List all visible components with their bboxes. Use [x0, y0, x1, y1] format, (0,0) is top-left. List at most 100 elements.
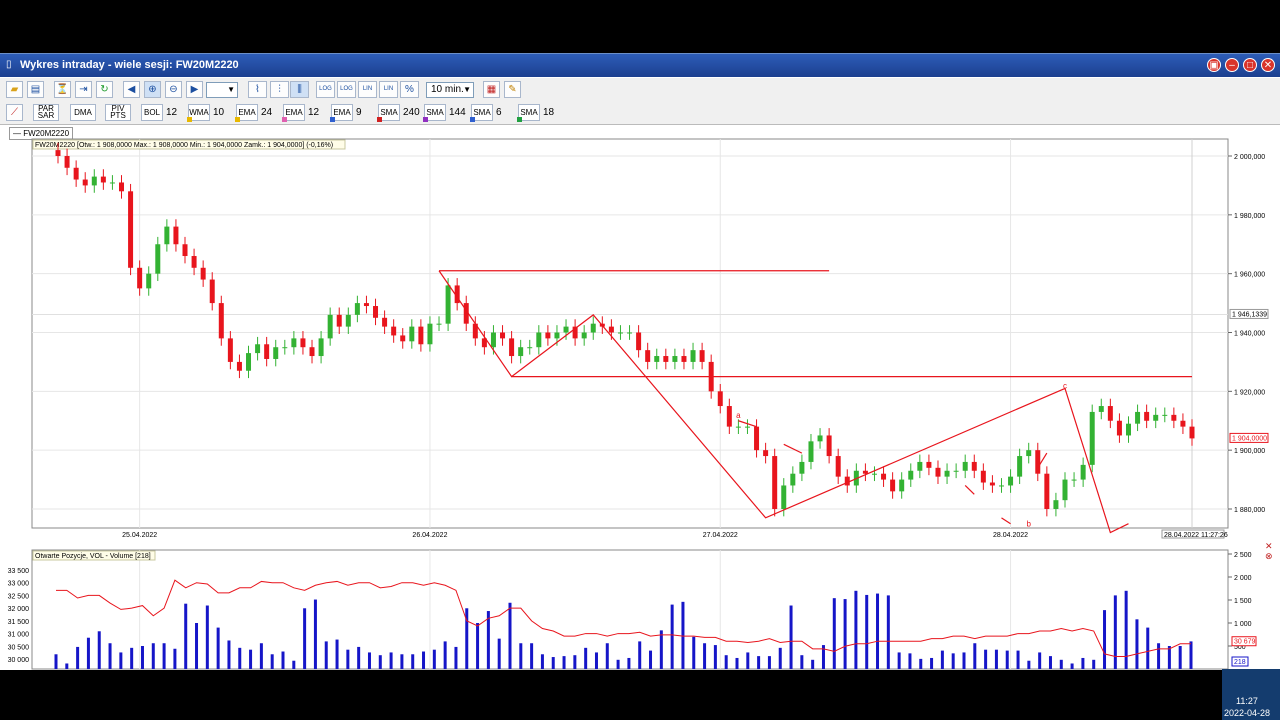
- y-tick-label: 2 000,000: [1234, 154, 1265, 161]
- volume-bar: [1070, 663, 1074, 669]
- volume-bar: [303, 608, 307, 669]
- candle-body: [663, 356, 669, 362]
- oi-value-label: 30 679: [1234, 639, 1256, 646]
- close-icon[interactable]: ✕: [1261, 58, 1275, 72]
- scroll-left-icon[interactable]: ◀: [123, 81, 140, 98]
- volume-bar: [119, 652, 123, 669]
- export-icon[interactable]: ⇥: [75, 81, 92, 98]
- candle-body: [100, 176, 106, 183]
- candle-body: [672, 356, 678, 362]
- vol-tick-label: 2 500: [1234, 552, 1252, 559]
- candle-body: [699, 350, 705, 362]
- candle-body: [182, 244, 188, 257]
- bar-chart-icon[interactable]: ⫶: [270, 81, 289, 98]
- indicator-period-value[interactable]: 9: [356, 104, 362, 121]
- indicator-bol-button[interactable]: BOL: [141, 104, 163, 121]
- panel-close-icon: ✕: [1265, 542, 1273, 552]
- linear-scale-icon[interactable]: LIN: [358, 81, 377, 98]
- interval-select[interactable]: 10 min. ▼: [426, 82, 474, 98]
- open-folder-icon[interactable]: ▰: [6, 81, 23, 98]
- indicator-parsar-button[interactable]: PAR SAR: [33, 104, 59, 121]
- volume-bar: [281, 651, 285, 669]
- volume-bar: [432, 649, 436, 669]
- chart-canvas[interactable]: 1 880,000 1 900,000 1 920,000 1 940,000 1 96…: [0, 137, 1280, 670]
- vol-value-label: 218: [1234, 659, 1246, 666]
- candle-body: [518, 347, 524, 357]
- volume-bar: [584, 647, 588, 669]
- indicator-dma-button[interactable]: DMA: [70, 104, 96, 121]
- candle-body: [191, 256, 197, 268]
- percent-icon[interactable]: %: [400, 81, 419, 98]
- restore-icon[interactable]: ▣: [1207, 58, 1221, 72]
- indicators-icon[interactable]: ▦: [483, 81, 500, 98]
- linear-all-icon[interactable]: LIN: [379, 81, 398, 98]
- minimize-icon[interactable]: –: [1225, 58, 1239, 72]
- indicator-period-value[interactable]: 18: [543, 104, 554, 121]
- indicator-color-marker: [423, 117, 428, 122]
- oi-tick-label: 33 000: [8, 581, 30, 588]
- indicator-period-value[interactable]: 10: [213, 104, 224, 121]
- candle-body: [200, 267, 206, 280]
- volume-bar: [594, 652, 598, 669]
- indicator-period-value[interactable]: 24: [261, 104, 272, 121]
- volume-bar: [411, 654, 415, 669]
- line-chart-icon[interactable]: ⌇: [248, 81, 267, 98]
- volume-bar: [173, 648, 177, 669]
- filter-icon[interactable]: ⏳: [54, 81, 71, 98]
- indicator-period-value[interactable]: 6: [496, 104, 502, 121]
- zoom-in-icon[interactable]: ⊕: [144, 81, 161, 98]
- candle-body: [137, 267, 143, 289]
- vol-tick-label: 1 500: [1234, 598, 1252, 605]
- candle-body: [1125, 423, 1131, 436]
- save-icon[interactable]: ▤: [27, 81, 44, 98]
- candle-body: [1116, 420, 1122, 436]
- indicator-period-value[interactable]: 144: [449, 104, 466, 121]
- volume-bar: [659, 630, 663, 669]
- volume-bar: [703, 643, 707, 669]
- volume-bar: [540, 654, 544, 669]
- maximize-icon[interactable]: □: [1243, 58, 1257, 72]
- volume-bar: [335, 639, 339, 669]
- indicator-period-value[interactable]: 240: [403, 104, 420, 121]
- trend-icon[interactable]: ⟋: [6, 104, 23, 121]
- candle-body: [926, 461, 932, 468]
- volume-bar: [843, 599, 847, 669]
- log-all-icon[interactable]: LOG: [337, 81, 356, 98]
- candle-body: [871, 473, 877, 475]
- candle-body: [1035, 450, 1041, 474]
- candle-body: [1171, 414, 1177, 421]
- volume-bar: [973, 643, 977, 669]
- candle-body: [980, 470, 986, 483]
- candle-body: [336, 314, 342, 327]
- oi-tick-label: 30 000: [8, 657, 30, 664]
- volume-bar: [897, 652, 901, 669]
- volume-bar: [400, 654, 404, 669]
- candle-body: [445, 285, 451, 324]
- zoom-out-icon[interactable]: ⊖: [165, 81, 182, 98]
- draw-tool-icon[interactable]: ✎: [504, 81, 521, 98]
- scroll-right-icon[interactable]: ▶: [186, 81, 203, 98]
- volume-bar: [1146, 627, 1150, 669]
- title-bar[interactable]: ▯ Wykres intraday - wiele sesji: FW20M22…: [0, 54, 1280, 77]
- indicator-pivpts-button[interactable]: PIV PTS: [105, 104, 131, 121]
- indicator-period-value[interactable]: 12: [308, 104, 319, 121]
- candle-body: [1026, 450, 1032, 457]
- vol-tick-label: 2 000: [1234, 575, 1252, 582]
- volume-bar: [65, 663, 69, 669]
- candle-body: [436, 323, 442, 325]
- candle-body: [500, 332, 506, 339]
- log-scale-icon[interactable]: LOG: [316, 81, 335, 98]
- volume-bar: [800, 655, 804, 669]
- refresh-icon[interactable]: ↻: [96, 81, 113, 98]
- candle-body: [890, 479, 896, 492]
- candle-chart-icon[interactable]: ⫼: [290, 81, 309, 98]
- candle-body: [608, 326, 614, 333]
- candle-body: [681, 356, 687, 362]
- x-tick-label: 25.04.2022: [122, 532, 157, 539]
- candle-body: [1162, 414, 1168, 416]
- chart-style-select[interactable]: ▼: [206, 82, 238, 98]
- candle-body: [953, 470, 959, 472]
- candle-body: [391, 326, 397, 336]
- cursor-price-label: 1 946,1339: [1232, 311, 1267, 318]
- indicator-period-value[interactable]: 12: [166, 104, 177, 121]
